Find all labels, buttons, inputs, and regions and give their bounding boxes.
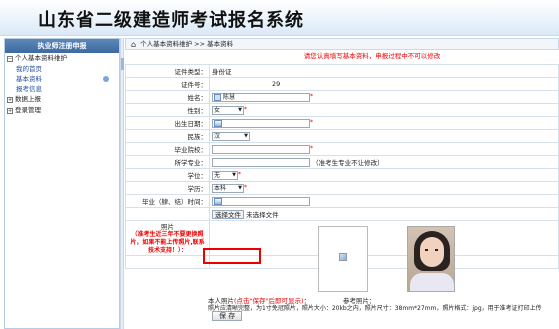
home-icon[interactable]: ⌂ (131, 39, 136, 50)
major-label: 所学专业： (125, 155, 210, 169)
sidebar-item-basic-info[interactable]: 基本资料 (5, 74, 119, 84)
ethnic-select[interactable]: 汉 ▼ (212, 131, 250, 141)
sidebar-group-profile[interactable]: − 个人基本资料维护 (5, 53, 119, 64)
school-label: 毕业院校： (125, 142, 210, 156)
sidebar: 执业师注册申报 − 个人基本资料维护 我的首页 基本资料 报考信息 + 数据上报… (4, 38, 120, 329)
major-input[interactable] (212, 158, 310, 168)
school-input[interactable] (212, 144, 310, 154)
name-label: 姓名： (125, 90, 210, 104)
breadcrumb-text: 个人基本资料维护 >> 基本资料 (140, 39, 234, 48)
cert-type-value: 身份证 (209, 64, 559, 78)
current-indicator-icon (103, 76, 109, 82)
birth-label: 出生日期： (125, 116, 210, 130)
reference-photo (407, 226, 455, 292)
required-mark: * (310, 92, 313, 100)
degree-select[interactable]: 无 ▼ (212, 170, 238, 180)
education-label: 学历： (125, 181, 210, 195)
sidebar-splitter[interactable] (120, 38, 124, 329)
chevron-down-icon: ▼ (232, 171, 236, 178)
sidebar-group-login[interactable]: + 登录管理 (5, 105, 119, 116)
expand-icon[interactable]: + (7, 96, 13, 103)
broken-image-icon (339, 253, 347, 261)
chevron-down-icon: ▼ (238, 184, 242, 191)
sidebar-group-label: 个人基本资料维护 (15, 54, 67, 62)
expand-icon[interactable]: + (7, 107, 13, 114)
sidebar-group-report[interactable]: + 数据上报 (5, 94, 119, 105)
gender-label: 性别： (125, 103, 210, 117)
app-banner: 山东省二级建造师考试报名系统 (0, 0, 559, 36)
name-input[interactable]: 陈慧 (212, 92, 310, 102)
photo-label: 照片 (161, 223, 174, 231)
cert-no-value: 29 (272, 80, 281, 88)
file-status: 未选择文件 (246, 211, 279, 219)
sidebar-group-label: 登录管理 (15, 106, 41, 114)
person-icon (214, 93, 221, 101)
grad-time-label: 毕业（肄、结）时间： (125, 194, 210, 208)
gender-select[interactable]: 女 ▼ (212, 105, 244, 115)
education-select[interactable]: 本科 ▼ (212, 183, 244, 193)
major-note: （准考生专业不让修改） (312, 158, 384, 167)
ethnic-label: 民族： (125, 129, 210, 143)
collapse-icon[interactable]: − (7, 55, 13, 62)
sidebar-item-home[interactable]: 我的首页 (5, 64, 119, 74)
uploaded-photo (318, 226, 368, 292)
calendar-icon[interactable] (214, 197, 222, 205)
photo-requirements: 照片应清晰完整，为1寸免冠照片，照片大小：20kb之内，照片尺寸：38mm*27… (208, 305, 542, 312)
choose-file-button[interactable]: 选择文件 (212, 210, 244, 219)
sidebar-item-label: 基本资料 (16, 75, 42, 83)
cert-no-label: 证件号： (125, 77, 210, 91)
sidebar-item-exam-info[interactable]: 报考信息 (5, 84, 119, 94)
save-button[interactable]: 保 存 (212, 311, 243, 321)
collapse-handle[interactable] (121, 58, 124, 70)
grad-time-input[interactable] (212, 196, 310, 206)
birth-date-input[interactable] (212, 118, 310, 128)
chevron-down-icon: ▼ (244, 132, 248, 139)
main-content: ⌂ 个人基本资料维护 >> 基本资料 请您认真填写基本资料，申报过程中不可以修改… (125, 38, 559, 329)
highlight-box (203, 248, 261, 264)
cert-type-label: 证件类型： (125, 64, 210, 78)
notice-text: 请您认真填写基本资料，申报过程中不可以修改 (303, 52, 441, 60)
degree-label: 学位： (125, 168, 210, 182)
calendar-icon[interactable] (214, 119, 222, 127)
app-title: 山东省二级建造师考试报名系统 (38, 10, 304, 31)
photo-note: （准考生近三年不要更换照片，如果不能上传照片,联系技术支持！）： (130, 231, 205, 254)
sidebar-group-label: 数据上报 (15, 95, 41, 103)
sidebar-header: 执业师注册申报 (5, 39, 119, 53)
chevron-down-icon: ▼ (238, 106, 242, 113)
breadcrumb: ⌂ 个人基本资料维护 >> 基本资料 (125, 38, 559, 50)
